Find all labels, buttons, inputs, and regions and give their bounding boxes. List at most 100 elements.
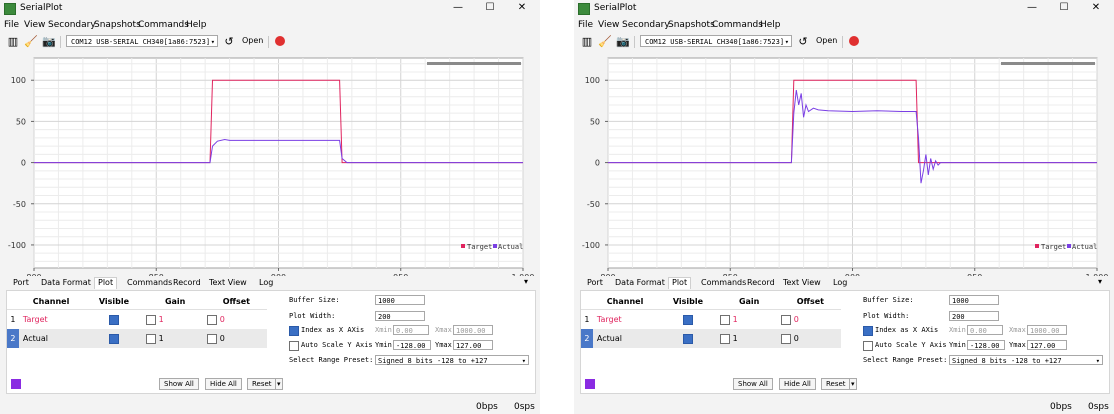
tab-record[interactable]: Record bbox=[744, 278, 778, 287]
channel-color-swatch[interactable] bbox=[585, 379, 595, 389]
menu-item[interactable]: View bbox=[24, 20, 45, 30]
menu-item[interactable]: Snapshots bbox=[94, 20, 141, 30]
menu-item[interactable]: Secondary bbox=[622, 20, 670, 30]
close-icon[interactable]: ✕ bbox=[1089, 2, 1103, 13]
menu-item[interactable]: Help bbox=[760, 20, 781, 30]
record-button[interactable] bbox=[275, 36, 285, 46]
range-preset-select[interactable]: Signed 8 bits -128 to +127 ▾ bbox=[949, 355, 1103, 365]
reset-button[interactable]: Reset bbox=[821, 378, 851, 390]
index-as-x-checkbox[interactable] bbox=[863, 326, 873, 336]
visible-checkbox[interactable] bbox=[108, 333, 119, 344]
offset-value[interactable]: 0 bbox=[794, 315, 799, 324]
pause-icon[interactable]: ▥ bbox=[6, 35, 20, 49]
tab-data-format[interactable]: Data Format bbox=[612, 278, 668, 287]
open-button[interactable]: Open bbox=[242, 36, 263, 45]
menu-item[interactable]: Snapshots bbox=[668, 20, 715, 30]
menu-item[interactable]: Commands bbox=[138, 20, 189, 30]
buffer-size-input[interactable]: 1000 bbox=[375, 295, 425, 305]
show-all-button[interactable]: Show All bbox=[159, 378, 199, 390]
ymin-input[interactable]: -128.00 bbox=[967, 340, 1005, 350]
open-button[interactable]: Open bbox=[816, 36, 837, 45]
ymax-input[interactable]: 127.00 bbox=[453, 340, 493, 350]
tab-record[interactable]: Record bbox=[170, 278, 204, 287]
visible-checkbox[interactable] bbox=[682, 314, 693, 325]
minimize-icon[interactable]: — bbox=[1025, 2, 1039, 13]
refresh-icon[interactable]: ↺ bbox=[796, 35, 810, 49]
visible-checkbox[interactable] bbox=[108, 314, 119, 325]
channel-row[interactable]: 1 Target 1 0 bbox=[7, 310, 267, 330]
tab-plot[interactable]: Plot bbox=[94, 277, 118, 289]
tab-scroll-icon[interactable]: ▾ bbox=[524, 277, 528, 286]
gain-checkbox[interactable] bbox=[145, 314, 156, 325]
gain-value[interactable]: 1 bbox=[159, 315, 164, 324]
tab-text-view[interactable]: Text View bbox=[206, 278, 250, 287]
ymax-input[interactable]: 127.00 bbox=[1027, 340, 1067, 350]
range-preset-select[interactable]: Signed 8 bits -128 to +127 ▾ bbox=[375, 355, 529, 365]
tab-scroll-icon[interactable]: ▾ bbox=[1098, 277, 1102, 286]
plot-width-input[interactable]: 200 bbox=[949, 311, 999, 321]
channel-name[interactable]: Actual bbox=[19, 329, 83, 348]
record-button[interactable] bbox=[849, 36, 859, 46]
gain-value[interactable]: 1 bbox=[159, 334, 164, 343]
tab-port[interactable]: Port bbox=[584, 278, 606, 287]
auto-scale-y-checkbox[interactable] bbox=[863, 341, 873, 351]
reset-menu-chevron-icon[interactable]: ▾ bbox=[849, 378, 857, 390]
port-select[interactable]: COM12 USB-SERIAL CH340[1a86:7523] ▾ bbox=[640, 35, 792, 47]
tab-log[interactable]: Log bbox=[256, 278, 276, 287]
offset-checkbox[interactable] bbox=[780, 314, 791, 325]
refresh-icon[interactable]: ↺ bbox=[222, 35, 236, 49]
tab-commands[interactable]: Commands bbox=[698, 278, 749, 287]
channel-color-swatch[interactable] bbox=[11, 379, 21, 389]
tab-log[interactable]: Log bbox=[830, 278, 850, 287]
offset-checkbox[interactable] bbox=[206, 314, 217, 325]
port-select[interactable]: COM12 USB-SERIAL CH340[1a86:7523] ▾ bbox=[66, 35, 218, 47]
index-as-x-checkbox[interactable] bbox=[289, 326, 299, 336]
offset-checkbox[interactable] bbox=[780, 333, 791, 344]
channel-name[interactable]: Actual bbox=[593, 329, 657, 348]
tab-text-view[interactable]: Text View bbox=[780, 278, 824, 287]
gain-value[interactable]: 1 bbox=[733, 315, 738, 324]
menu-item[interactable]: View bbox=[598, 20, 619, 30]
tab-port[interactable]: Port bbox=[10, 278, 32, 287]
ymin-input[interactable]: -128.00 bbox=[393, 340, 431, 350]
snapshot-camera-icon[interactable]: 📷 bbox=[42, 35, 56, 49]
maximize-icon[interactable]: ☐ bbox=[1057, 2, 1071, 13]
hide-all-button[interactable]: Hide All bbox=[779, 378, 816, 390]
xmax-input[interactable]: 1000.00 bbox=[453, 325, 493, 335]
gain-checkbox[interactable] bbox=[145, 333, 156, 344]
gain-checkbox[interactable] bbox=[719, 333, 730, 344]
channel-name[interactable]: Target bbox=[19, 310, 83, 330]
menu-item[interactable]: Secondary bbox=[48, 20, 96, 30]
menu-item[interactable]: Commands bbox=[712, 20, 763, 30]
tab-commands[interactable]: Commands bbox=[124, 278, 175, 287]
tab-data-format[interactable]: Data Format bbox=[38, 278, 94, 287]
xmax-input[interactable]: 1000.00 bbox=[1027, 325, 1067, 335]
gain-value[interactable]: 1 bbox=[733, 334, 738, 343]
hide-all-button[interactable]: Hide All bbox=[205, 378, 242, 390]
offset-checkbox[interactable] bbox=[206, 333, 217, 344]
minimize-icon[interactable]: — bbox=[451, 2, 465, 13]
xmin-input[interactable]: 0.00 bbox=[393, 325, 429, 335]
snapshot-camera-icon[interactable]: 📷 bbox=[616, 35, 630, 49]
channel-row[interactable]: 2 Actual 1 0 bbox=[7, 329, 267, 348]
menu-item[interactable]: File bbox=[4, 20, 19, 30]
maximize-icon[interactable]: ☐ bbox=[483, 2, 497, 13]
offset-value[interactable]: 0 bbox=[794, 334, 799, 343]
offset-value[interactable]: 0 bbox=[220, 334, 225, 343]
buffer-size-input[interactable]: 1000 bbox=[949, 295, 999, 305]
tab-plot[interactable]: Plot bbox=[668, 277, 692, 289]
gain-checkbox[interactable] bbox=[719, 314, 730, 325]
offset-value[interactable]: 0 bbox=[220, 315, 225, 324]
clear-brush-icon[interactable]: 🧹 bbox=[24, 35, 38, 49]
menu-item[interactable]: File bbox=[578, 20, 593, 30]
reset-button[interactable]: Reset bbox=[247, 378, 277, 390]
pause-icon[interactable]: ▥ bbox=[580, 35, 594, 49]
channel-row[interactable]: 1 Target 1 0 bbox=[581, 310, 841, 330]
channel-row[interactable]: 2 Actual 1 0 bbox=[581, 329, 841, 348]
visible-checkbox[interactable] bbox=[682, 333, 693, 344]
auto-scale-y-checkbox[interactable] bbox=[289, 341, 299, 351]
plot-width-input[interactable]: 200 bbox=[375, 311, 425, 321]
show-all-button[interactable]: Show All bbox=[733, 378, 773, 390]
reset-menu-chevron-icon[interactable]: ▾ bbox=[275, 378, 283, 390]
clear-brush-icon[interactable]: 🧹 bbox=[598, 35, 612, 49]
